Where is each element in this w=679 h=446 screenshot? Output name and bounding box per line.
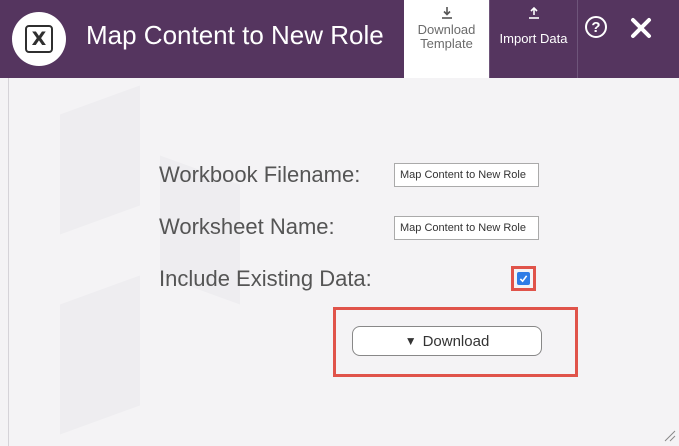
worksheet-name-label: Worksheet Name: [159,214,335,239]
excel-logo-icon: X [12,12,66,66]
dialog-header: X Map Content to New Role Download Templ… [0,0,679,78]
include-existing-data-label: Include Existing Data: [159,266,372,291]
workbook-filename-input[interactable] [394,163,539,187]
help-icon: ? [591,18,601,36]
help-button[interactable]: ? [585,16,607,38]
tab-import-label: Import Data [499,31,568,46]
close-icon[interactable] [629,16,653,40]
download-button-label: Download [422,332,490,350]
background-decoration [60,275,140,435]
logo-letter: X [25,25,53,53]
upload-icon [528,6,539,19]
resize-handle-icon[interactable] [660,426,676,442]
include-existing-data-checkbox[interactable] [517,272,530,285]
background-decoration [60,85,140,235]
workbook-filename-label: Workbook Filename: [159,162,361,187]
tab-download-template[interactable]: Download Template [404,0,489,78]
worksheet-name-input[interactable] [394,216,539,240]
download-button[interactable]: ▼ Download [352,326,542,356]
checkmark-icon [519,275,528,283]
dialog-title: Map Content to New Role [86,20,384,50]
tab-download-label-line1: Download [417,22,476,37]
dialog-left-border [8,78,9,446]
tab-download-label-line2: Template [420,36,473,51]
triangle-down-icon: ▼ [404,334,417,348]
download-icon [441,7,452,19]
map-content-dialog: X Map Content to New Role Download Templ… [0,0,679,446]
tab-import-data[interactable]: Import Data [489,0,578,78]
